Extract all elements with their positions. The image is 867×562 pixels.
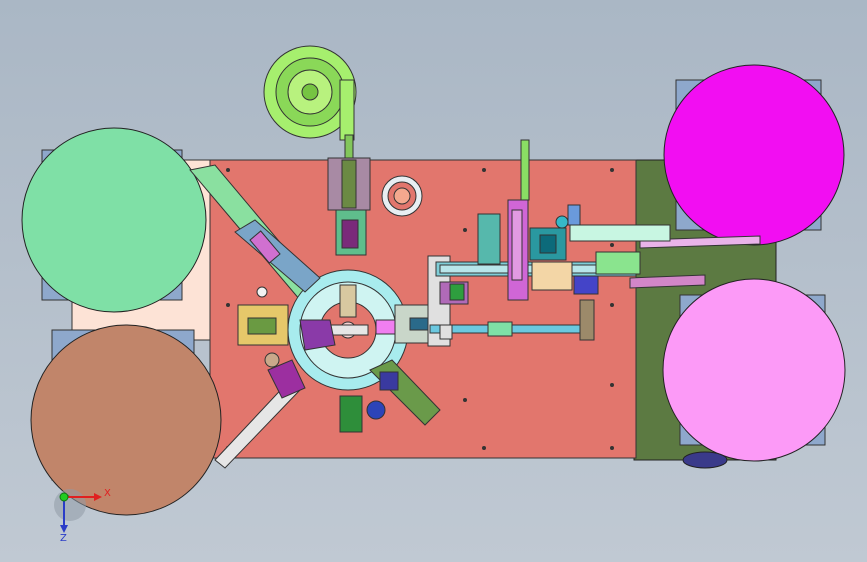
z-axis-arrowhead [60, 525, 68, 533]
triad-origin [59, 492, 69, 502]
assembly-model[interactable]: X Z [0, 0, 867, 562]
z-axis-label: Z [60, 533, 67, 544]
caster-wheel [682, 451, 728, 469]
reel-pink[interactable] [662, 278, 846, 462]
reel-brown[interactable] [30, 324, 222, 516]
reel-magenta[interactable] [663, 64, 845, 246]
cad-viewport[interactable]: X Z [0, 0, 867, 562]
reel-green[interactable] [21, 127, 207, 313]
round-flange [381, 175, 423, 217]
x-axis-label: X [104, 488, 111, 499]
